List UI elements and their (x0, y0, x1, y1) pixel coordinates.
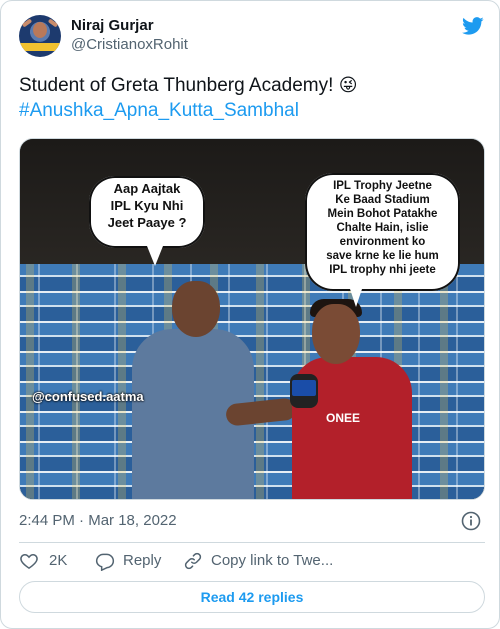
read-replies-button[interactable]: Read 42 replies (19, 581, 485, 613)
jersey-text: ONEE (326, 411, 361, 425)
bubble-right-line: Chalte Hain, islie (336, 222, 429, 234)
action-bar: 2K Reply Copy link to Twe... (19, 550, 485, 572)
divider (19, 542, 485, 543)
bubble-left-line: Jeet Paaye ? (107, 215, 187, 230)
meme-watermark: @confused.aatma (32, 389, 144, 404)
reply-icon (95, 553, 115, 571)
avatar[interactable] (19, 15, 61, 57)
tweet-timestamp[interactable]: 2:44 PM · Mar 18, 2022 (19, 511, 177, 531)
bubble-right-line: save krne ke lie hum (326, 250, 439, 262)
tweet-embed-card: Niraj Gurjar @CristianoxRohit Student of… (0, 0, 500, 629)
reply-button[interactable]: Reply (95, 550, 165, 572)
twitter-bird-icon[interactable] (461, 15, 485, 37)
bubble-right-line: IPL trophy nhi jeete (329, 264, 436, 276)
info-icon[interactable] (461, 511, 481, 531)
speech-bubble-left: Aap Aajtak IPL Kyu Nhi Jeet Paaye ? (89, 176, 205, 266)
speech-bubble-right: IPL Trophy Jeetne Ke Baad Stadium Mein B… (305, 173, 460, 307)
tweet-header: Niraj Gurjar @CristianoxRohit (19, 15, 485, 59)
author-handle[interactable]: @CristianoxRohit (71, 35, 188, 55)
like-button[interactable]: 2K (19, 550, 79, 572)
bubble-left-line: Aap Aajtak (113, 181, 181, 196)
bubble-right-line: IPL Trophy Jeetne (333, 180, 432, 192)
tweet-body: Student of Greta Thunberg Academy! (19, 75, 334, 96)
tweet-media-image[interactable]: ONEE @confused.aatma Aap Aajtak IPL Kyu … (19, 138, 485, 500)
heart-icon (20, 553, 38, 569)
tweet-time[interactable]: 2:44 PM (19, 512, 75, 529)
author-display-name[interactable]: Niraj Gurjar (71, 17, 188, 35)
copy-link-label: Copy link to Twe... (211, 552, 334, 569)
tweet-date[interactable]: Mar 18, 2022 (88, 512, 176, 529)
bubble-left-line: IPL Kyu Nhi (110, 198, 184, 213)
reply-label: Reply (123, 552, 162, 569)
copy-link-button[interactable]: Copy link to Twe... (183, 550, 363, 572)
bubble-right-line: Ke Baad Stadium (335, 194, 430, 206)
bubble-right-line: Mein Bohot Patakhe (327, 208, 438, 220)
like-count: 2K (49, 552, 68, 569)
hashtag-link[interactable]: #Anushka_Apna_Kutta_Sambhal (19, 98, 299, 123)
author-block[interactable]: Niraj Gurjar @CristianoxRohit (71, 17, 188, 55)
link-icon (184, 552, 202, 570)
bubble-right-line: environment ko (339, 236, 426, 248)
tweet-text: Student of Greta Thunberg Academy! 😜 #An… (19, 73, 485, 123)
winking-face-emoji: 😜 (338, 75, 358, 95)
